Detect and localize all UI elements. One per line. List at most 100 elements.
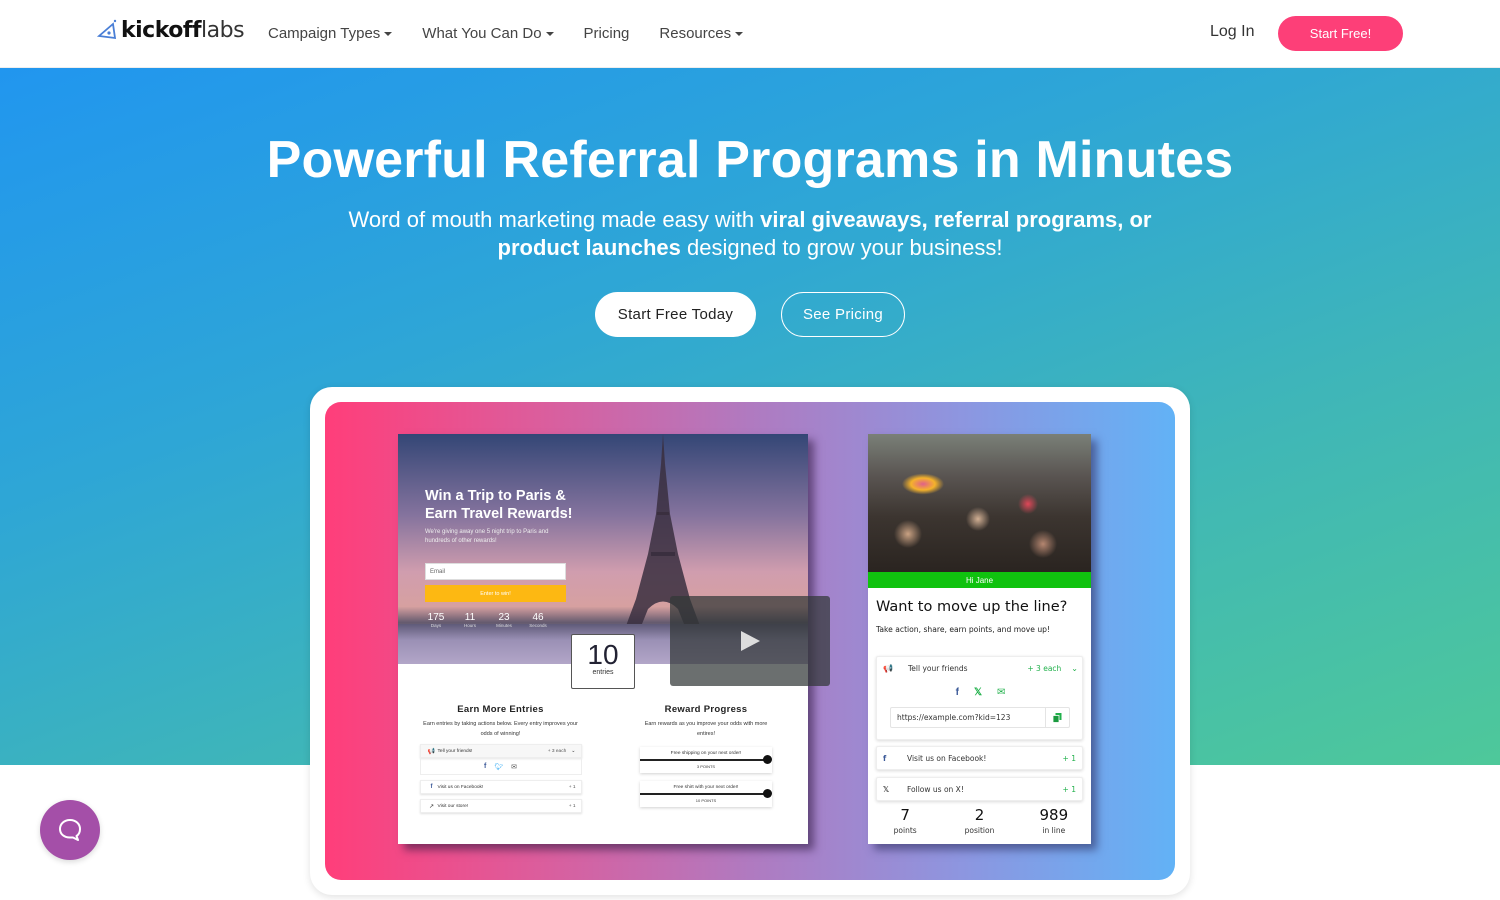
nav-pricing[interactable]: Pricing	[584, 25, 630, 42]
nav-links: Campaign Types What You Can Do Pricing R…	[268, 0, 773, 66]
reward-points: 10 POINTS	[695, 798, 717, 803]
caret-down-icon	[735, 32, 744, 36]
hero-subtitle-part2: designed to grow your business!	[680, 235, 1003, 260]
play-icon[interactable]	[741, 631, 760, 651]
nav-pricing-label: Pricing	[583, 24, 630, 42]
x-icon[interactable]: 𝕏	[974, 687, 982, 698]
greeting-bar: Hi Jane	[868, 572, 1091, 588]
action-tell-friends[interactable]: 📢 Tell your friends! + 3 each ⌄	[419, 744, 582, 758]
showcase-frame: Win a Trip to Paris & Earn Travel Reward…	[310, 387, 1190, 895]
action-label: Tell your friends!	[437, 748, 473, 754]
action-facebook[interactable]: f Visit us on Facebook! + 1	[876, 746, 1083, 770]
waitlist-description: Take action, share, earn points, and mov…	[876, 625, 1051, 634]
share-icons: f 🐦︎ ✉	[419, 758, 582, 775]
countdown-value: 46	[532, 612, 544, 623]
logo-text-light: labs	[201, 17, 245, 43]
email-icon[interactable]: ✉	[997, 687, 1005, 698]
start-free-today-button[interactable]: Start Free Today	[595, 292, 756, 337]
action-label: Visit our store!	[437, 803, 469, 809]
reward-points: 3 POINTS	[696, 764, 716, 769]
referral-url-field[interactable]: https://example.com?kid=123	[890, 707, 1070, 728]
check-icon	[763, 755, 772, 764]
earn-more-entries: Earn More Entries Earn entries by taking…	[418, 704, 583, 813]
login-link[interactable]: Log In	[1210, 23, 1254, 41]
caret-down-icon	[545, 32, 554, 36]
chevron-down-icon: ⌄	[1071, 664, 1078, 673]
rocket-flask-icon	[97, 19, 117, 40]
copy-icon	[1053, 712, 1062, 723]
countdown-value: 23	[498, 612, 510, 623]
crowd-image	[868, 434, 1091, 572]
action-points: + 1	[1062, 784, 1076, 794]
chevron-down-icon: ⌄	[571, 748, 576, 754]
action-points: + 1	[568, 803, 576, 809]
nav-what-you-can-do-label: What You Can Do	[422, 24, 542, 42]
reward-description: Earn rewards as you improve your odds wi…	[644, 721, 768, 737]
nav-campaign-types[interactable]: Campaign Types	[268, 24, 393, 42]
earn-description: Earn entries by taking actions below. Ev…	[423, 721, 578, 737]
waitlist-mockup: Hi Jane Want to move up the line? Take a…	[868, 434, 1091, 844]
giveaway-enter-button[interactable]: Enter to win!	[425, 585, 566, 602]
reward-label: Free shirt with your next order!	[673, 785, 739, 790]
giveaway-description: We're giving away one 5 night trip to Pa…	[425, 529, 549, 544]
action-store[interactable]: ↗ Visit our store! + 1	[419, 799, 582, 813]
action-points: + 1	[568, 784, 576, 790]
reward-title: Reward Progress	[664, 704, 748, 715]
referral-url: https://example.com?kid=123	[897, 713, 1011, 722]
hero-subtitle: Word of mouth marketing made easy with v…	[330, 206, 1170, 262]
stat-label: in line	[1042, 826, 1066, 835]
countdown-unit: Seconds	[529, 623, 547, 628]
stat-value: 2	[974, 806, 985, 824]
share-card-points: + 3 each	[1027, 664, 1062, 673]
nav-resources[interactable]: Resources	[659, 24, 744, 42]
action-label: Visit us on Facebook!	[907, 753, 987, 763]
reward-progress-bar	[640, 759, 768, 761]
twitter-icon[interactable]: 🐦︎	[494, 763, 503, 771]
reward-item: Free shipping on your next order! 3 POIN…	[640, 747, 772, 773]
countdown: 175 Days 11 Hours 23 Minutes 46 Seconds	[425, 612, 549, 628]
action-label: Visit us on Facebook!	[437, 784, 484, 790]
share-card: 📢 Tell your friends + 3 each ⌄ f 𝕏 ✉ htt…	[876, 656, 1083, 740]
navbar: kickoff labs Campaign Types What You Can …	[0, 0, 1500, 68]
countdown-hours: 11 Hours	[459, 612, 481, 628]
giveaway-title: Win a Trip to Paris & Earn Travel Reward…	[425, 488, 573, 522]
reward-progress: Reward Progress Earn rewards as you impr…	[636, 704, 776, 807]
start-free-button[interactable]: Start Free!	[1278, 16, 1403, 51]
x-icon: 𝕏	[883, 784, 890, 794]
giveaway-email-input[interactable]: Email	[425, 563, 566, 580]
video-player[interactable]	[670, 596, 830, 686]
action-points: + 3 each	[547, 748, 567, 754]
entries-badge: 10 entries	[571, 634, 635, 689]
countdown-days: 175 Days	[425, 612, 447, 628]
nav-campaign-types-label: Campaign Types	[268, 24, 381, 42]
countdown-unit: Minutes	[496, 623, 512, 628]
stat-value: 989	[1039, 806, 1069, 824]
countdown-unit: Hours	[463, 623, 476, 628]
stat-points: 7 points	[868, 806, 942, 835]
share-icons: f 𝕏 ✉	[877, 687, 1084, 698]
reward-item: Free shirt with your next order! 10 POIN…	[640, 781, 772, 807]
stat-position: 2 position	[942, 806, 1016, 835]
countdown-minutes: 23 Minutes	[493, 612, 515, 628]
logo[interactable]: kickoff labs	[97, 16, 245, 44]
see-pricing-button[interactable]: See Pricing	[781, 292, 905, 337]
email-icon[interactable]: ✉	[511, 763, 517, 771]
facebook-icon[interactable]: f	[484, 763, 486, 770]
check-icon	[763, 789, 772, 798]
chat-widget-button[interactable]	[40, 800, 100, 860]
megaphone-icon: 📢	[427, 748, 436, 755]
copy-button[interactable]	[1045, 708, 1069, 727]
caret-down-icon	[384, 32, 393, 36]
action-facebook[interactable]: f Visit us on Facebook! + 1	[419, 780, 582, 794]
facebook-icon[interactable]: f	[956, 687, 959, 698]
logo-text-bold: kickoff	[121, 17, 202, 43]
entries-count: 10	[587, 639, 619, 670]
action-follow-x[interactable]: 𝕏 Follow us on X! + 1	[876, 777, 1083, 801]
share-card-header[interactable]: 📢 Tell your friends + 3 each ⌄	[883, 664, 1078, 673]
stat-label: position	[964, 826, 995, 835]
showcase-gradient: Win a Trip to Paris & Earn Travel Reward…	[325, 402, 1175, 880]
action-points: + 1	[1062, 753, 1076, 763]
nav-what-you-can-do[interactable]: What You Can Do	[422, 24, 554, 42]
countdown-unit: Days	[430, 623, 442, 628]
nav-resources-label: Resources	[659, 24, 732, 42]
